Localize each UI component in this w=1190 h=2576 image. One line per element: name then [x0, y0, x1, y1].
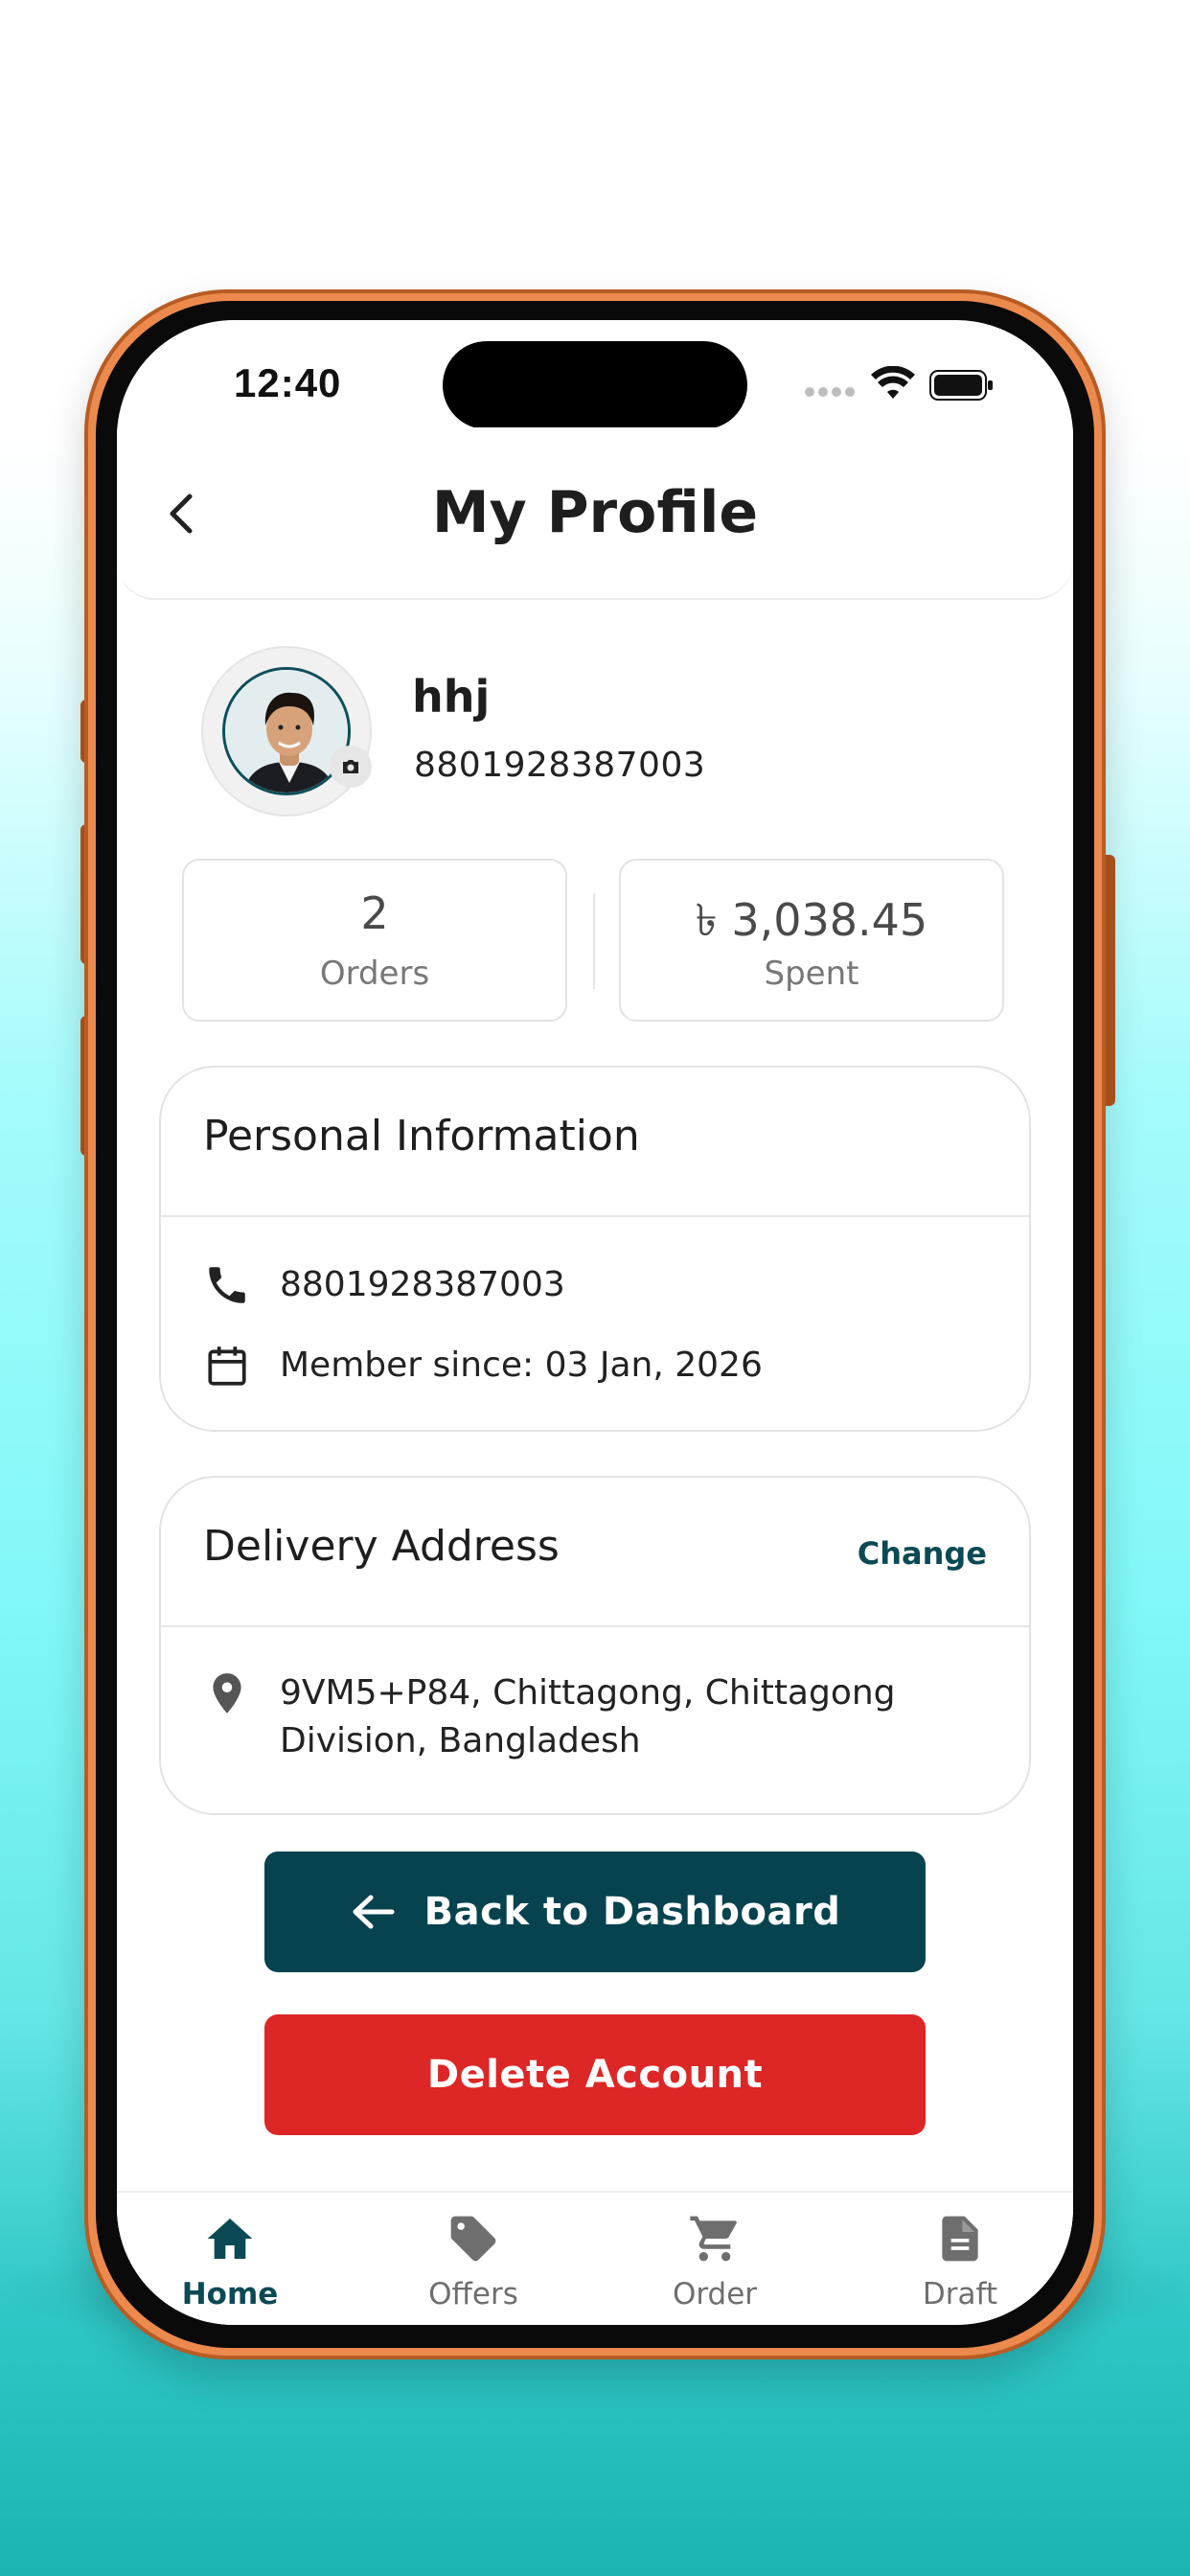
address-line-2: Division, Bangladesh — [280, 1721, 641, 1760]
stat-divider — [593, 893, 595, 989]
back-to-dashboard-button[interactable]: Back to Dashboard — [264, 1852, 926, 1972]
user-name: hhj — [412, 671, 491, 723]
wifi-icon — [871, 366, 915, 399]
calendar-icon — [208, 1346, 246, 1386]
nav-item-order[interactable]: Order — [619, 2202, 811, 2325]
phone-icon — [209, 1267, 245, 1303]
camera-icon — [343, 760, 358, 773]
page-title: My Profile — [431, 479, 759, 546]
document-icon — [942, 2216, 978, 2262]
user-phone: 8801928387003 — [414, 746, 706, 785]
nav-label-offers: Offers — [428, 2277, 518, 2312]
orders-label: Orders — [319, 954, 430, 993]
nav-label-draft: Draft — [922, 2277, 998, 2312]
spent-label: Spent — [764, 954, 859, 993]
spent-stat-card[interactable]: ৳ 3,038.45 Spent — [619, 859, 1004, 1022]
tag-icon — [450, 2216, 496, 2262]
nav-item-home[interactable]: Home — [134, 2202, 326, 2325]
dynamic-island — [443, 341, 747, 429]
address-line-1: 9VM5+P84, Chittagong, Chittagong — [280, 1673, 896, 1713]
delivery-address-title: Delivery Address — [203, 1522, 560, 1571]
delete-account-label: Delete Account — [426, 2053, 764, 2097]
nav-item-draft[interactable]: Draft — [864, 2202, 1056, 2325]
camera-badge[interactable] — [330, 746, 372, 788]
member-since: Member since: 03 Jan, 2026 — [280, 1346, 763, 1385]
nav-label-home: Home — [181, 2277, 279, 2312]
battery-icon — [929, 370, 993, 401]
delete-account-button[interactable]: Delete Account — [264, 2014, 926, 2135]
location-pin-icon — [213, 1673, 241, 1714]
card-divider — [161, 1215, 1029, 1217]
status-time: 12:40 — [234, 360, 342, 405]
back-to-dashboard-label: Back to Dashboard — [423, 1890, 841, 1934]
delivery-address-card: Delivery Address Change 9VM5+P84, Chitta… — [159, 1476, 1031, 1815]
personal-info-title: Personal Information — [203, 1112, 640, 1161]
cart-icon — [690, 2216, 737, 2262]
app-header: My Profile — [117, 427, 1073, 600]
nav-item-offers[interactable]: Offers — [378, 2202, 569, 2325]
bottom-nav: Home Offers Order Draft — [117, 2191, 1073, 2325]
signal-icon — [805, 387, 857, 399]
nav-label-order: Order — [672, 2277, 758, 2312]
spent-amount: ৳ 3,038.45 — [695, 894, 928, 946]
arrow-left-icon — [353, 1895, 395, 1929]
personal-info-card: Personal Information 8801928387003 Membe… — [159, 1066, 1031, 1432]
phone-screen: 12:40 My Profile hhj 8801928387003 2 Ord… — [117, 320, 1073, 2325]
orders-count: 2 — [360, 887, 389, 939]
orders-stat-card[interactable]: 2 Orders — [182, 859, 567, 1022]
change-address-link[interactable]: Change — [858, 1535, 987, 1572]
personal-phone: 8801928387003 — [280, 1265, 565, 1304]
home-icon — [207, 2219, 253, 2259]
card-divider — [161, 1625, 1029, 1627]
